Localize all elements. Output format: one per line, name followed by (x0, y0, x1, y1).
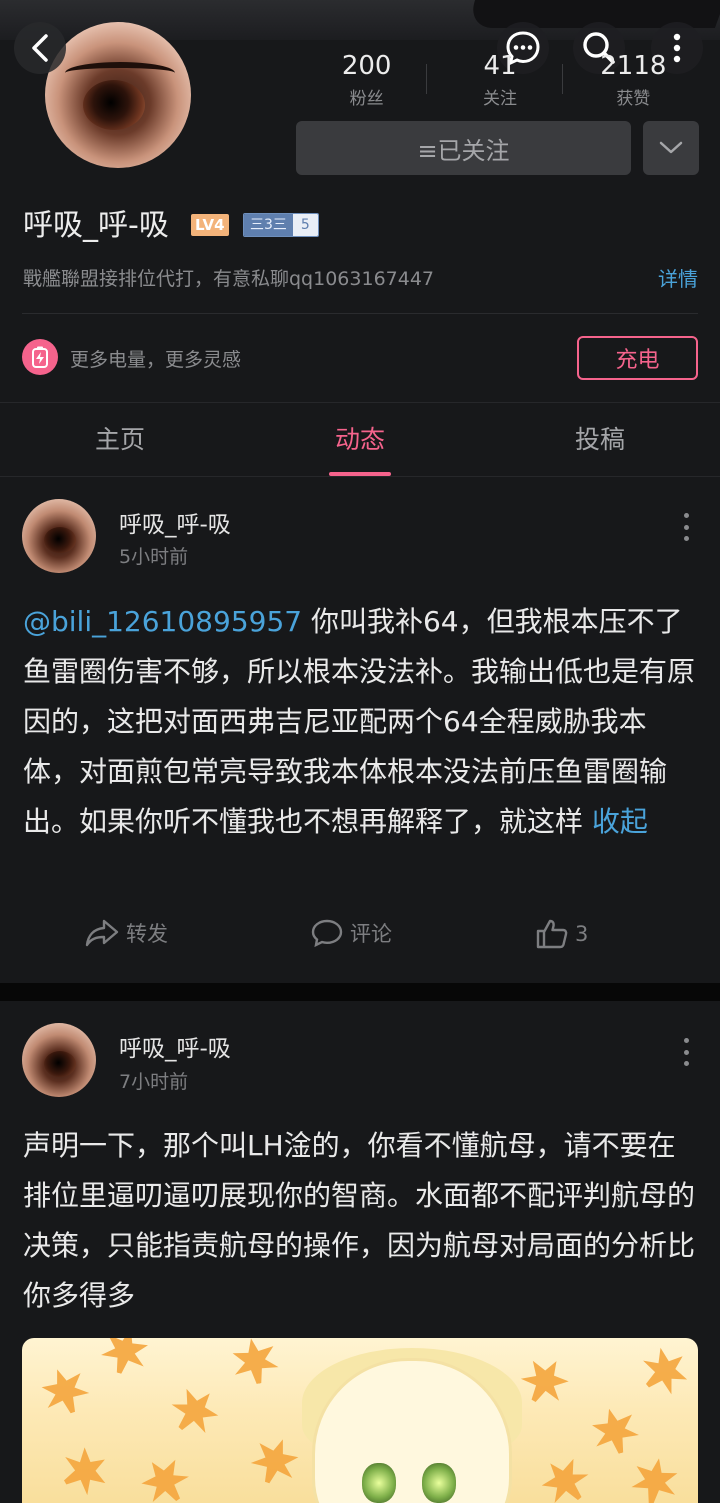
post-author[interactable]: 呼吸_呼-吸 (119, 1029, 231, 1063)
stat-divider (562, 64, 563, 94)
charge-button[interactable]: 充电 (577, 336, 698, 380)
level-badge: LV4 (191, 214, 229, 236)
charge-promo-text: 更多电量，更多灵感 (70, 349, 242, 371)
profile-bio: 戰艦聯盟接排位代打，有意私聊qq1063167447 (23, 268, 435, 290)
post-more-icon[interactable] (682, 1038, 690, 1066)
like-count: 3 (575, 922, 589, 946)
tab-indicator (329, 472, 391, 476)
stat-divider (426, 64, 427, 94)
stat-label: 获赞 (616, 89, 651, 109)
repost-label: 转发 (126, 922, 168, 946)
tab-label: 投稿 (574, 425, 625, 454)
chevron-down-icon (659, 141, 683, 154)
medal-name: 三3三 (244, 214, 293, 236)
stat-value: 200 (341, 51, 392, 81)
fan-medal[interactable]: 三3三 5 (243, 213, 319, 237)
post-actions: 转发 评论 3 (0, 918, 720, 958)
battery-charge-icon (22, 339, 58, 375)
stat-likes: 2118 获赞 (567, 50, 700, 109)
post-avatar[interactable] (22, 499, 96, 573)
mention-link[interactable]: @bili_12610895957 (23, 605, 302, 638)
stat-value: 2118 (600, 51, 667, 81)
followed-button[interactable]: ≡已关注 (296, 121, 631, 175)
tab-uploads[interactable]: 投稿 (480, 403, 720, 476)
divider (22, 313, 698, 314)
profile-stats: 200 粉丝 41 关注 2118 获赞 (300, 50, 700, 109)
profile-tabs: 主页 动态 投稿 (0, 402, 720, 477)
tab-label: 动态 (334, 425, 385, 454)
stat-label: 粉丝 (349, 89, 384, 109)
collapse-link[interactable]: 收起 (592, 805, 648, 838)
medal-level: 5 (292, 214, 318, 236)
post-text[interactable]: 声明一下，那个叫LH淦的，你看不懂航母，请不要在排位里逼叨逼叨展现你的智商。水面… (23, 1121, 697, 1321)
share-icon (85, 919, 119, 947)
stat-label: 关注 (482, 89, 517, 109)
post-more-icon[interactable] (682, 513, 690, 541)
comment-icon (311, 919, 343, 948)
post-author[interactable]: 呼吸_呼-吸 (119, 505, 231, 539)
post-image[interactable] (22, 1338, 698, 1503)
post-avatar[interactable] (22, 1023, 96, 1097)
post-time: 7小时前 (119, 1071, 189, 1093)
follow-dropdown-button[interactable] (643, 121, 699, 175)
tab-dynamic[interactable]: 动态 (240, 403, 480, 476)
back-button[interactable] (14, 22, 66, 74)
stat-followers[interactable]: 200 粉丝 (300, 50, 433, 109)
post-body-text: 你叫我补64，但我根本压不了鱼雷圈伤害不够，所以根本没法补。我输出低也是有原因的… (23, 605, 696, 838)
post-time: 5小时前 (119, 546, 189, 568)
comment-button[interactable]: 评论 (310, 918, 392, 948)
like-button[interactable]: 3 (535, 918, 588, 950)
post-separator (0, 983, 720, 1001)
thumbs-up-icon (536, 919, 568, 949)
profile-avatar[interactable] (45, 22, 191, 168)
comment-label: 评论 (350, 922, 392, 946)
detail-link[interactable]: 详情 (658, 263, 698, 292)
tab-label: 主页 (94, 425, 145, 454)
back-arrow-icon (32, 34, 48, 62)
profile-username: 呼吸_呼-吸 (23, 208, 169, 243)
repost-button[interactable]: 转发 (84, 918, 168, 948)
stat-following[interactable]: 41 关注 (433, 50, 566, 109)
stat-value: 41 (483, 51, 517, 81)
tab-home[interactable]: 主页 (0, 403, 240, 476)
post-text[interactable]: @bili_12610895957 你叫我补64，但我根本压不了鱼雷圈伤害不够，… (23, 597, 697, 847)
